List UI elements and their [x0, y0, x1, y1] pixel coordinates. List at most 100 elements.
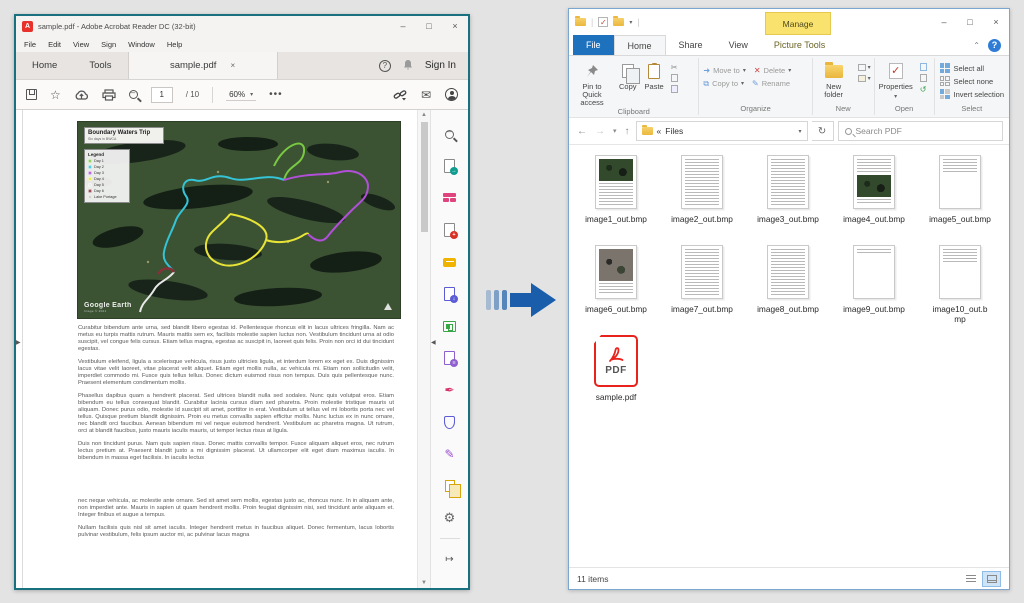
back-icon[interactable]: ← — [575, 126, 589, 137]
fill-sign-icon[interactable]: ✒ — [431, 374, 468, 406]
tab-close-icon[interactable]: × — [230, 61, 235, 70]
notifications-bell-icon[interactable] — [403, 59, 413, 73]
star-icon[interactable]: ☆ — [50, 88, 61, 102]
maximize-button[interactable]: □ — [957, 13, 983, 31]
edit-button[interactable] — [917, 62, 930, 72]
thumbnail-view-button[interactable] — [982, 571, 1001, 587]
explorer-help-icon[interactable]: ? — [988, 39, 1001, 52]
menu-sign[interactable]: Sign — [101, 40, 116, 49]
new-folder-button[interactable]: New folder — [813, 59, 855, 99]
save-icon[interactable] — [26, 89, 37, 100]
cut-button[interactable]: ✂ — [668, 62, 681, 72]
organize-pages-icon[interactable] — [431, 310, 468, 342]
tab-file[interactable]: File — [573, 35, 614, 55]
copy-path-button[interactable] — [668, 73, 681, 83]
move-to-button[interactable]: ➜Move to▾ — [699, 64, 749, 77]
breadcrumb[interactable]: « Files ▾ — [636, 121, 808, 141]
menu-file[interactable]: File — [24, 40, 36, 49]
maximize-button[interactable]: □ — [416, 17, 442, 35]
vertical-scrollbar[interactable]: ▲ ▼ — [417, 110, 430, 588]
paste-button[interactable]: Paste — [641, 59, 668, 91]
refresh-icon[interactable]: ↻ — [812, 121, 834, 141]
expand-pane-icon[interactable]: ↦ — [431, 543, 468, 575]
forward-icon[interactable]: → — [593, 126, 607, 137]
more-tools-gear-icon[interactable]: ⚙ — [431, 502, 468, 534]
file-item[interactable]: image5_out.bmp — [917, 151, 1003, 241]
sign-in-button[interactable]: Sign In — [425, 60, 456, 71]
select-all-button[interactable]: Select all — [935, 63, 1009, 73]
edit-pdf-icon[interactable] — [431, 182, 468, 214]
file-item[interactable]: image8_out.bmp — [745, 241, 831, 331]
file-item-pdf[interactable]: PDF sample.pdf — [573, 331, 659, 421]
minimize-button[interactable]: – — [390, 17, 416, 35]
menu-help[interactable]: Help — [167, 40, 182, 49]
file-item[interactable]: image3_out.bmp — [745, 151, 831, 241]
search-box[interactable] — [838, 121, 1003, 141]
rename-button[interactable]: ✎Rename — [748, 77, 794, 90]
recent-locations-icon[interactable]: ▾ — [611, 127, 619, 135]
menu-view[interactable]: View — [73, 40, 89, 49]
redact-icon[interactable] — [431, 470, 468, 502]
more-tools-icon[interactable]: ••• — [269, 89, 283, 100]
copy-to-button[interactable]: ⧉Copy to▾ — [699, 77, 748, 90]
tab-home[interactable]: Home — [614, 35, 666, 55]
close-button[interactable]: × — [442, 17, 468, 35]
tab-view[interactable]: View — [716, 35, 761, 55]
zoom-out-icon[interactable] — [129, 90, 138, 99]
tab-home[interactable]: Home — [16, 52, 73, 79]
copy-button[interactable]: Copy — [615, 59, 641, 91]
file-item[interactable]: image2_out.bmp — [659, 151, 745, 241]
delete-button[interactable]: ✕Delete▾ — [750, 64, 795, 77]
create-pdf-icon[interactable]: + — [431, 214, 468, 246]
email-icon[interactable]: ✉ — [421, 88, 431, 102]
close-button[interactable]: × — [983, 13, 1009, 31]
select-none-button[interactable]: Select none — [935, 76, 1009, 86]
qat-properties-icon[interactable]: ✓ — [598, 17, 608, 27]
cloud-upload-icon[interactable] — [74, 89, 89, 101]
paste-shortcut-button[interactable] — [668, 84, 681, 94]
qat-customize-icon[interactable]: ▾ — [629, 19, 632, 26]
file-item[interactable]: image7_out.bmp — [659, 241, 745, 331]
collapse-ribbon-icon[interactable]: ⌃ — [973, 41, 980, 50]
tab-share[interactable]: Share — [666, 35, 716, 55]
up-icon[interactable]: ↑ — [623, 126, 632, 137]
page-number-input[interactable]: 1 — [151, 87, 173, 103]
file-item[interactable]: image4_out.bmp — [831, 151, 917, 241]
scroll-up-icon[interactable]: ▲ — [421, 112, 427, 118]
combine-files-icon[interactable]: ↓ — [431, 278, 468, 310]
menu-window[interactable]: Window — [128, 40, 155, 49]
print-icon[interactable] — [102, 89, 116, 101]
open-button[interactable] — [917, 73, 930, 83]
help-icon[interactable]: ? — [379, 60, 391, 72]
share-link-icon[interactable] — [393, 89, 407, 101]
comment-icon[interactable] — [431, 246, 468, 278]
nav-pane-toggle-icon[interactable]: ▶ — [16, 339, 21, 346]
qat-new-folder-icon[interactable] — [613, 18, 624, 26]
scroll-down-icon[interactable]: ▼ — [421, 580, 427, 586]
new-item-button[interactable]: ▾ — [855, 73, 874, 83]
invert-selection-button[interactable]: Invert selection — [935, 89, 1009, 99]
tab-picture-tools[interactable]: Picture Tools — [761, 35, 838, 55]
tools-panel-toggle-icon[interactable]: ◀ — [431, 339, 436, 346]
search-zoom-icon[interactable] — [431, 118, 468, 150]
export-pdf-icon[interactable]: → — [431, 150, 468, 182]
tab-document[interactable]: sample.pdf × — [128, 52, 278, 79]
file-item[interactable]: image10_out.bmp — [917, 241, 1003, 331]
file-item[interactable]: image1_out.bmp — [573, 151, 659, 241]
menu-edit[interactable]: Edit — [48, 40, 61, 49]
chevron-down-icon[interactable]: ▾ — [799, 128, 802, 135]
zoom-level-dropdown[interactable]: 60% ▾ — [226, 89, 256, 101]
protect-icon[interactable] — [431, 406, 468, 438]
search-input[interactable] — [856, 126, 996, 136]
breadcrumb-folder[interactable]: Files — [665, 126, 683, 136]
minimize-button[interactable]: – — [931, 13, 957, 31]
history-button[interactable]: ↺ — [917, 84, 930, 94]
file-item[interactable]: image9_out.bmp — [831, 241, 917, 331]
easy-access-button[interactable]: ▾ — [855, 62, 874, 72]
compress-pdf-icon[interactable]: ≡ — [431, 342, 468, 374]
details-view-button[interactable] — [961, 571, 980, 587]
properties-button[interactable]: ✓ Properties ▾ — [875, 59, 917, 101]
file-item[interactable]: image6_out.bmp — [573, 241, 659, 331]
certificates-sign-icon[interactable]: ✎ — [431, 438, 468, 470]
tab-tools[interactable]: Tools — [73, 52, 127, 79]
